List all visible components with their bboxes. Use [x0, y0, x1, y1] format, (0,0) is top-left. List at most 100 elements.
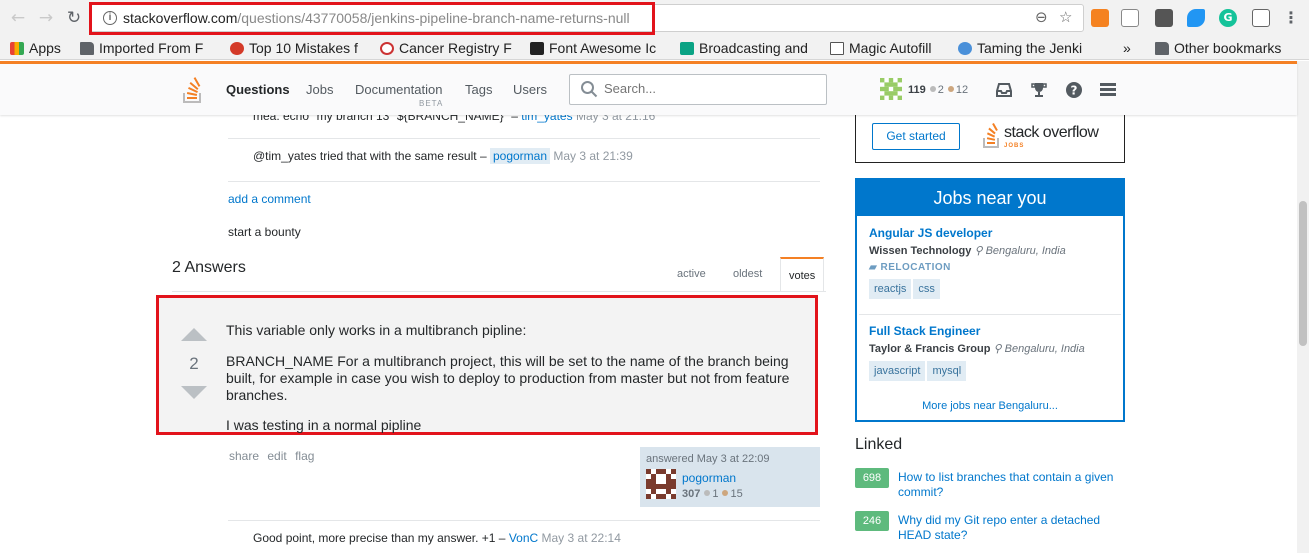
bookmark-magic-autofill[interactable]: Magic Autofill — [830, 38, 950, 58]
stackoverflow-logo-icon — [983, 123, 999, 148]
folder-icon — [80, 42, 94, 55]
post-menu: share edit flag — [229, 449, 319, 463]
nav-tags[interactable]: Tags — [465, 82, 492, 97]
relocation-badge: RELOCATION — [880, 262, 951, 273]
jobs-near-you-widget: Jobs near you Angular JS developer Wisse… — [855, 178, 1125, 422]
location-pin-icon: ⚲ — [974, 245, 983, 257]
answer-sort-tabs: active oldest votes — [668, 257, 826, 292]
scrollbar-thumb[interactable] — [1299, 201, 1307, 346]
flag-link[interactable]: flag — [295, 449, 314, 463]
vote-up-arrow-icon[interactable] — [181, 328, 207, 341]
job-company: Taylor & Francis Group — [869, 343, 991, 355]
tag-css[interactable]: css — [913, 279, 940, 299]
apps-grid-icon — [10, 42, 24, 55]
linked-question-link[interactable]: Why did my Git repo enter a detached HEA… — [898, 513, 1123, 543]
grammarly-extension-icon[interactable]: G — [1219, 9, 1237, 27]
help-icon[interactable]: ? — [1065, 81, 1083, 99]
forward-button[interactable]: → — [36, 8, 56, 28]
answer-post: 2 This variable only works in a multibra… — [156, 295, 818, 435]
flag-icon — [530, 42, 544, 55]
job-listing[interactable]: Full Stack Engineer Taylor & Francis Gro… — [869, 324, 1114, 381]
site-favicon-icon — [680, 42, 694, 55]
comment-text: Good point, more precise than my answer.… — [253, 531, 506, 545]
achievements-trophy-icon[interactable] — [1030, 81, 1048, 99]
job-title-link[interactable]: Full Stack Engineer — [869, 324, 1114, 338]
search-input[interactable] — [604, 81, 804, 96]
zoom-icon[interactable]: ⊖ — [1035, 8, 1048, 26]
bookmark-imported[interactable]: Imported From F — [80, 38, 213, 58]
bookmark-top10[interactable]: Top 10 Mistakes f — [230, 38, 366, 58]
user-reputation[interactable]: 119 2 12 — [908, 84, 968, 96]
bronze-badge-icon — [947, 86, 954, 92]
job-title-link[interactable]: Angular JS developer — [869, 226, 1114, 240]
stackoverflow-topbar: Questions Jobs Documentation BETA Tags U… — [0, 61, 1297, 115]
window-extension-icon[interactable] — [1252, 9, 1270, 27]
job-location: Bengaluru, India — [985, 245, 1066, 257]
comment-user-link[interactable]: VonC — [509, 531, 538, 545]
tab-active[interactable]: active — [669, 257, 714, 292]
nav-questions[interactable]: Questions — [226, 82, 290, 97]
beta-label: BETA — [419, 99, 444, 108]
color-picker-extension-icon[interactable] — [1187, 9, 1205, 27]
tab-oldest[interactable]: oldest — [725, 257, 770, 292]
answers-count-heading: 2 Answers — [172, 259, 246, 276]
answered-time: answered May 3 at 22:09 — [646, 453, 770, 465]
edit-link[interactable]: edit — [267, 449, 286, 463]
bookmark-cancer-registry[interactable]: Cancer Registry F — [380, 38, 517, 58]
nav-users[interactable]: Users — [513, 82, 547, 97]
menu-icon[interactable]: ⋮ — [1282, 9, 1300, 27]
page-scrollbar[interactable] — [1297, 61, 1309, 553]
linked-question-link[interactable]: How to list branches that contain a give… — [898, 470, 1123, 500]
add-comment-link[interactable]: add a comment — [228, 192, 311, 206]
job-listing[interactable]: Angular JS developer Wissen Technology ⚲… — [869, 226, 1114, 299]
bookmark-star-icon[interactable]: ☆ — [1059, 8, 1072, 26]
bronze-badge-icon — [722, 490, 729, 496]
inbox-icon[interactable] — [995, 81, 1013, 99]
job-tags: reactjs css — [869, 279, 1114, 299]
get-started-button[interactable]: Get started — [872, 123, 960, 150]
location-pin-icon: ⚲ — [993, 343, 1002, 355]
more-jobs-link[interactable]: More jobs near Bengaluru... — [857, 400, 1123, 412]
answer-paragraph: BRANCH_NAME For a multibranch project, t… — [226, 353, 790, 403]
tab-votes[interactable]: votes — [780, 257, 825, 292]
comment-date: May 3 at 21:39 — [553, 149, 633, 163]
answer-paragraph: This variable only works in a multibranc… — [226, 322, 527, 338]
reload-button[interactable]: ↻ — [64, 8, 84, 28]
other-bookmarks[interactable]: Other bookmarks — [1155, 38, 1305, 58]
site-switcher-icon[interactable] — [1099, 81, 1117, 99]
stackoverflow-jobs-logo: stack overflow JOBS — [982, 121, 1112, 151]
stackoverflow-logo-icon[interactable] — [182, 76, 204, 104]
bookmark-taming-jenkins[interactable]: Taming the Jenki — [958, 38, 1095, 58]
tabs-divider — [172, 291, 826, 292]
rss-extension-icon[interactable] — [1091, 9, 1109, 27]
linked-vote-count: 698 — [855, 468, 889, 488]
nav-jobs[interactable]: Jobs — [306, 82, 333, 97]
user-avatar[interactable] — [646, 469, 676, 499]
angular-extension-icon[interactable] — [1155, 9, 1173, 27]
search-box[interactable] — [569, 74, 827, 105]
user-name-link[interactable]: pogorman — [682, 471, 736, 485]
bookmarks-bar: Apps Imported From F Top 10 Mistakes f C… — [0, 36, 1309, 60]
tag-javascript[interactable]: javascript — [869, 361, 926, 381]
bookmark-broadcasting[interactable]: Broadcasting and — [680, 38, 817, 58]
folder-icon — [1155, 42, 1169, 55]
jobs-header: Jobs near you — [857, 180, 1123, 216]
answer-user-card: answered May 3 at 22:09 pogorman 307 1 15 — [640, 447, 820, 507]
bookmark-font-awesome[interactable]: Font Awesome Ic — [530, 38, 667, 58]
nav-documentation[interactable]: Documentation — [355, 82, 442, 97]
more-bookmarks-button[interactable]: » — [1123, 38, 1139, 58]
back-button[interactable]: ← — [8, 8, 28, 28]
job-tags: javascript mysql — [869, 361, 1114, 381]
user-avatar[interactable] — [880, 78, 902, 100]
tag-reactjs[interactable]: reactjs — [869, 279, 912, 299]
start-bounty-link[interactable]: start a bounty — [228, 225, 301, 239]
tag-mysql[interactable]: mysql — [927, 361, 967, 381]
vote-down-arrow-icon[interactable] — [181, 386, 207, 399]
comment-user-link[interactable]: pogorman — [489, 148, 551, 164]
react-extension-icon[interactable] — [1121, 9, 1139, 27]
bookmark-apps[interactable]: Apps — [10, 38, 70, 58]
share-link[interactable]: share — [229, 449, 259, 463]
comment-date: May 3 at 22:14 — [541, 531, 621, 545]
comment: Good point, more precise than my answer.… — [228, 520, 820, 553]
vote-count: 2 — [189, 354, 199, 373]
